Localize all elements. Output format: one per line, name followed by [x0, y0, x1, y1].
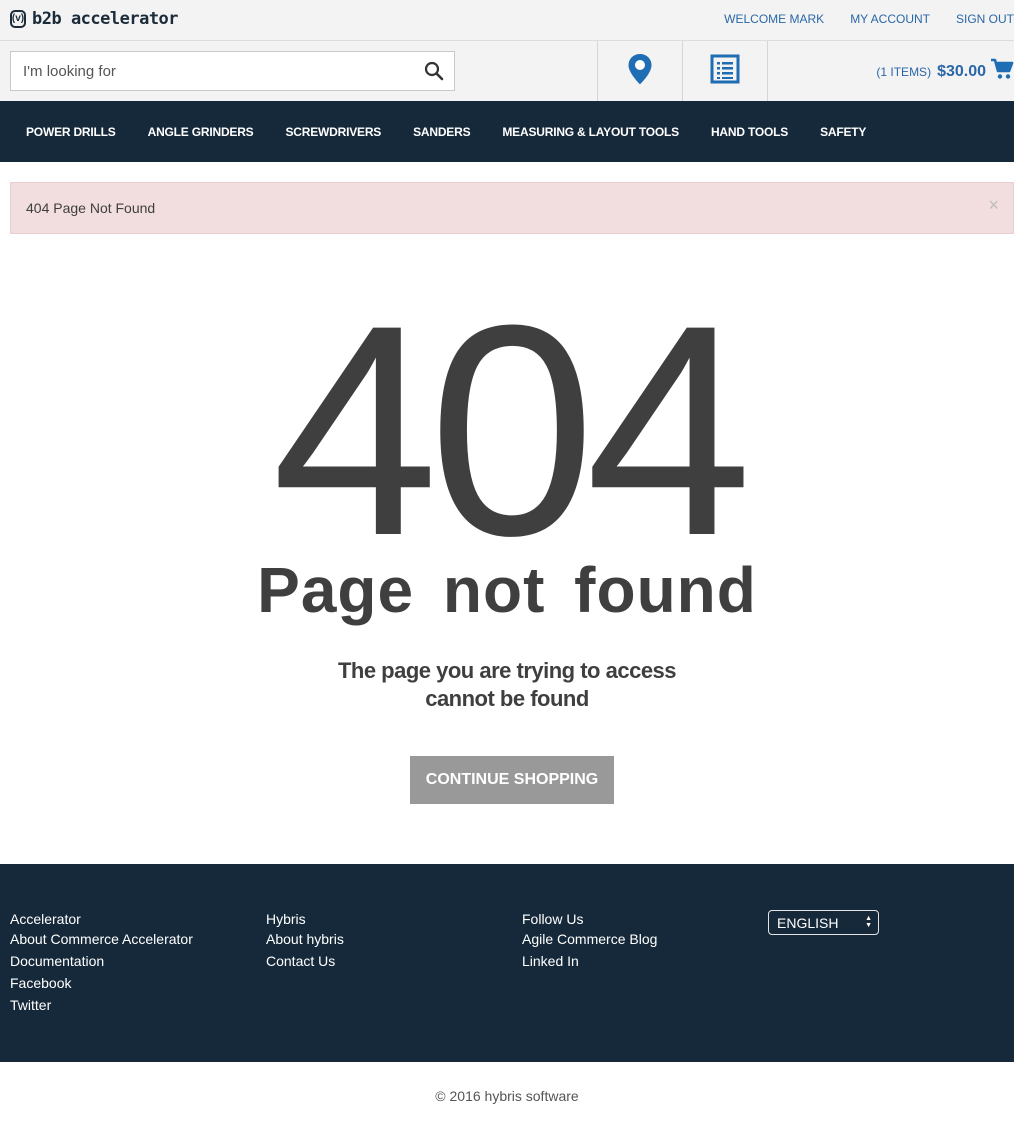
cart-total: $30.00 — [937, 62, 986, 80]
my-account-link[interactable]: MY ACCOUNT — [850, 12, 930, 26]
header-divider — [767, 41, 768, 101]
logo-text: b2b accelerator — [32, 9, 179, 29]
location-pin-icon — [627, 53, 653, 90]
nav-item-screwdrivers[interactable]: SCREWDRIVERS — [269, 125, 397, 139]
footer-link-linked-in[interactable]: Linked In — [522, 950, 657, 972]
error-code: 404 — [271, 262, 753, 598]
close-icon[interactable]: × — [988, 196, 999, 214]
error-title: Page not found — [257, 554, 757, 626]
footer-link-facebook[interactable]: Facebook — [10, 972, 193, 994]
nav-item-angle-grinders[interactable]: ANGLE GRINDERS — [132, 125, 270, 139]
footer-heading: Accelerator — [10, 911, 81, 927]
logo-mark-icon: (v) — [10, 10, 26, 28]
store-finder-button[interactable] — [597, 41, 682, 101]
nav-item-safety[interactable]: SAFETY — [804, 125, 882, 139]
welcome-link[interactable]: WELCOME MARK — [724, 12, 824, 26]
search-icon[interactable] — [424, 61, 444, 81]
cart-icon — [990, 58, 1014, 85]
language-selected-value: ENGLISH — [777, 914, 839, 931]
footer-link-about-hybris[interactable]: About hybris — [266, 928, 344, 950]
footer-heading: Hybris — [266, 911, 306, 927]
footer-link-twitter[interactable]: Twitter — [10, 994, 193, 1016]
main-header: (1 ITEMS) $30.00 — [0, 41, 1014, 101]
nav-item-sanders[interactable]: SANDERS — [397, 125, 486, 139]
footer-link-documentation[interactable]: Documentation — [10, 950, 193, 972]
alert-message: 404 Page Not Found — [26, 200, 156, 216]
category-nav: POWER DRILLS ANGLE GRINDERS SCREWDRIVERS… — [0, 101, 1014, 162]
mini-cart[interactable]: (1 ITEMS) $30.00 — [876, 58, 1014, 85]
account-links: WELCOME MARK MY ACCOUNT SIGN OUT — [698, 12, 1014, 26]
continue-shopping-button[interactable]: CONTINUE SHOPPING — [410, 756, 614, 804]
language-select[interactable]: ENGLISH ▲ ▼ — [768, 910, 879, 935]
error-description-line-1: The page you are trying to access — [337, 658, 677, 683]
error-description-line-2: cannot be found — [425, 686, 589, 711]
select-arrows-icon: ▲ ▼ — [865, 915, 872, 929]
nav-item-power-drills[interactable]: POWER DRILLS — [10, 125, 132, 139]
top-bar: (v) b2b accelerator WELCOME MARK MY ACCO… — [0, 0, 1014, 41]
quick-order-button[interactable] — [682, 41, 767, 101]
footer-link-contact-us[interactable]: Contact Us — [266, 950, 344, 972]
footer-link-agile-commerce-blog[interactable]: Agile Commerce Blog — [522, 928, 657, 950]
sign-out-link[interactable]: SIGN OUT — [956, 12, 1014, 26]
copyright: © 2016 hybris software — [435, 1088, 579, 1104]
nav-item-measuring-layout-tools[interactable]: MEASURING & LAYOUT TOOLS — [486, 125, 695, 139]
site-logo[interactable]: (v) b2b accelerator — [10, 9, 179, 29]
footer-column-accelerator: Accelerator About Commerce Accelerator D… — [10, 910, 193, 1016]
footer-heading: Follow Us — [522, 911, 584, 927]
cart-item-count: (1 ITEMS) — [876, 64, 932, 79]
footer-column-follow-us: Follow Us Agile Commerce Blog Linked In — [522, 910, 657, 972]
nav-item-hand-tools[interactable]: HAND TOOLS — [695, 125, 804, 139]
order-form-icon — [710, 54, 740, 89]
error-alert: 404 Page Not Found × — [10, 182, 1014, 234]
search-box — [10, 51, 455, 91]
footer-link-about-commerce-accelerator[interactable]: About Commerce Accelerator — [10, 928, 193, 950]
search-input[interactable] — [11, 52, 411, 90]
error-description: The page you are trying to access cannot… — [0, 657, 1014, 713]
footer-column-hybris: Hybris About hybris Contact Us — [266, 910, 344, 972]
footer: Accelerator About Commerce Accelerator D… — [0, 864, 1014, 1062]
